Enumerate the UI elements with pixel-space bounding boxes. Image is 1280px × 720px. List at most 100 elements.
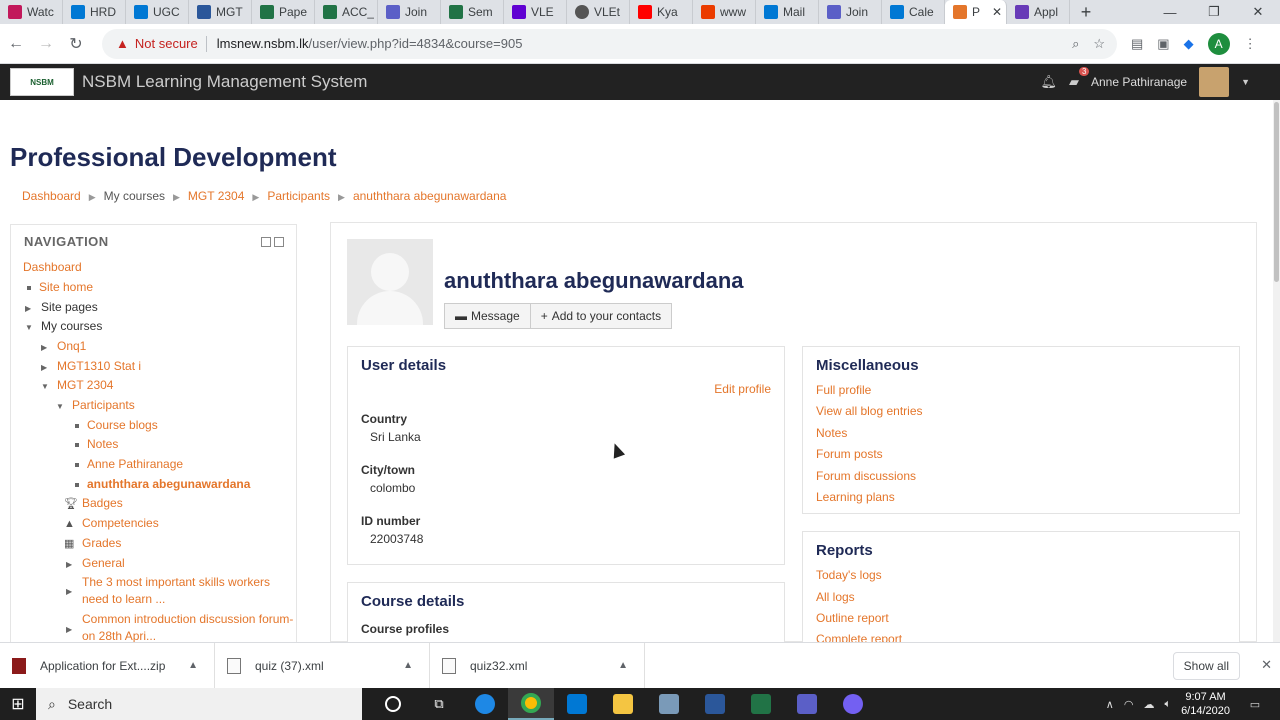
all-logs-link[interactable]: All logs: [816, 590, 855, 604]
chevron-up-icon[interactable]: ▲: [618, 660, 628, 671]
browser-tab[interactable]: MGT: [189, 0, 252, 24]
nav-item-dashboard[interactable]: Dashboard: [23, 259, 82, 275]
edit-profile-link[interactable]: Edit profile: [714, 382, 771, 396]
nav-link[interactable]: anuththara abegunawardana: [87, 477, 250, 491]
todays-logs-link[interactable]: Today's logs: [816, 568, 882, 582]
url-text[interactable]: lmsnew.nsbm.lk/user/view.php?id=4834&cou…: [217, 36, 523, 51]
nav-item-general[interactable]: ▶ General: [66, 555, 125, 573]
collapse-arrow-icon[interactable]: ▼: [56, 399, 66, 415]
nav-item-my-courses[interactable]: ▼ My courses: [25, 318, 102, 336]
restore-icon[interactable]: ❐: [1192, 0, 1236, 24]
browser-tab[interactable]: www: [693, 0, 756, 24]
not-secure-label[interactable]: Not secure: [135, 36, 198, 51]
browser-tab[interactable]: ACC_: [315, 0, 378, 24]
new-tab-button[interactable]: +: [1070, 0, 1102, 24]
clock[interactable]: 9:07 AM 6/14/2020: [1181, 690, 1230, 718]
browser-tab[interactable]: Pape: [252, 0, 315, 24]
nav-link[interactable]: Common introduction discussion forum-: [82, 612, 293, 626]
nav-item-notes[interactable]: Notes: [75, 436, 118, 452]
nav-link[interactable]: MGT1310 Stat i: [57, 359, 141, 373]
forum-posts-link[interactable]: Forum posts: [816, 447, 883, 461]
nav-link[interactable]: Anne Pathiranage: [87, 457, 183, 471]
caret-down-icon[interactable]: ▼: [1241, 77, 1250, 87]
extension-icon[interactable]: ◆: [1184, 36, 1194, 52]
close-downloads-icon[interactable]: ✕: [1261, 657, 1272, 673]
teams-icon[interactable]: [784, 688, 830, 720]
browser-tab[interactable]: Kya: [630, 0, 693, 24]
bookmark-star-icon[interactable]: ☆: [1093, 36, 1105, 52]
full-profile-link[interactable]: Full profile: [816, 383, 871, 397]
nav-link[interactable]: Onq1: [57, 339, 86, 353]
blog-entries-link[interactable]: View all blog entries: [816, 404, 923, 418]
nav-item-mgt2304[interactable]: ▼ MGT 2304: [41, 377, 113, 395]
viber-icon[interactable]: [830, 688, 876, 720]
menu-kebab-icon[interactable]: ⋮: [1244, 36, 1257, 52]
nav-link[interactable]: Badges: [82, 496, 123, 510]
nav-link[interactable]: Notes: [87, 437, 118, 451]
scrollbar-thumb[interactable]: [1274, 102, 1279, 282]
task-view-icon[interactable]: ⧉: [416, 688, 462, 720]
browser-tab-active[interactable]: P ✕: [945, 0, 1007, 24]
notification-bell-icon[interactable]: 🔔︎: [1040, 74, 1057, 90]
browser-tab[interactable]: Mail: [756, 0, 819, 24]
nav-item-course-blogs[interactable]: Course blogs: [75, 417, 158, 433]
browser-tab[interactable]: Watc: [0, 0, 63, 24]
user-menu-name[interactable]: Anne Pathiranage: [1091, 75, 1187, 89]
nav-item-forum-topic[interactable]: Common introduction discussion forum-: [82, 611, 293, 627]
chevron-up-icon[interactable]: ▲: [403, 660, 413, 671]
nav-link[interactable]: Site home: [39, 280, 93, 294]
nav-link[interactable]: General: [82, 556, 125, 570]
browser-tab[interactable]: Cale: [882, 0, 945, 24]
expand-arrow-icon[interactable]: ▶: [66, 557, 76, 573]
profile-picture[interactable]: [347, 239, 433, 325]
nav-item-skills-arrow[interactable]: ▶: [66, 582, 82, 600]
expand-arrow-icon[interactable]: ▶: [41, 340, 51, 356]
chevron-up-icon[interactable]: ▲: [188, 660, 198, 671]
expand-arrow-icon[interactable]: ▶: [66, 584, 76, 600]
profile-avatar[interactable]: A: [1207, 32, 1230, 55]
nav-item-onq1[interactable]: ▶ Onq1: [41, 338, 86, 356]
nav-item-site-home[interactable]: Site home: [27, 279, 93, 295]
site-name[interactable]: NSBM Learning Management System: [82, 72, 367, 92]
show-all-button[interactable]: Show all: [1172, 651, 1240, 680]
nav-item-forum-arrow[interactable]: ▶: [66, 620, 82, 638]
collapse-block-icon[interactable]: [261, 237, 271, 247]
reader-icon[interactable]: ▤: [1131, 36, 1143, 52]
messages-icon[interactable]: ▰ 3: [1069, 67, 1090, 90]
nav-link[interactable]: Participants: [72, 398, 135, 412]
breadcrumb-participants[interactable]: Participants: [267, 189, 330, 205]
nav-item-mgt1310[interactable]: ▶ MGT1310 Stat i: [41, 358, 141, 376]
nav-link[interactable]: Dashboard: [23, 260, 82, 274]
close-tab-icon[interactable]: ✕: [992, 5, 1002, 19]
reload-icon[interactable]: ↻: [62, 34, 90, 54]
user-avatar[interactable]: [1199, 67, 1230, 97]
minimize-icon[interactable]: —: [1148, 0, 1192, 24]
address-bar[interactable]: ▲ Not secure lmsnew.nsbm.lk/user/view.ph…: [102, 28, 1117, 59]
nav-item-site-pages[interactable]: ▶ Site pages: [25, 299, 98, 317]
forward-icon[interactable]: →: [32, 35, 60, 53]
edge-icon[interactable]: [462, 688, 508, 720]
nav-link[interactable]: need to learn ...: [82, 592, 165, 606]
nav-link[interactable]: Grades: [82, 536, 121, 550]
browser-tab[interactable]: Join: [819, 0, 882, 24]
wifi-icon[interactable]: ◠: [1124, 698, 1134, 711]
nav-link[interactable]: MGT 2304: [57, 378, 113, 392]
site-logo[interactable]: NSBM: [10, 68, 74, 96]
breadcrumb-course[interactable]: MGT 2304: [188, 189, 244, 205]
zoom-icon[interactable]: ⌕: [1072, 36, 1079, 52]
notification-center-icon[interactable]: ▭: [1240, 698, 1270, 711]
nav-item-skills-topic-cont[interactable]: need to learn ...: [82, 591, 165, 607]
store-icon[interactable]: [554, 688, 600, 720]
expand-arrow-icon[interactable]: ▶: [66, 622, 76, 638]
browser-tab[interactable]: HRD: [63, 0, 126, 24]
file-explorer-icon[interactable]: [600, 688, 646, 720]
download-item[interactable]: Application for Ext....zip ▲: [0, 642, 215, 689]
collapse-arrow-icon[interactable]: ▼: [41, 379, 51, 395]
expand-arrow-icon[interactable]: ▶: [25, 301, 35, 317]
browser-tab[interactable]: Sem: [441, 0, 504, 24]
windows-start-icon[interactable]: ⊞: [0, 688, 36, 720]
taskbar-search[interactable]: ⌕ Search: [36, 688, 362, 720]
back-icon[interactable]: ←: [2, 35, 30, 53]
close-window-icon[interactable]: ✕: [1236, 0, 1280, 24]
nav-item-participants[interactable]: ▼ Participants: [56, 397, 135, 415]
